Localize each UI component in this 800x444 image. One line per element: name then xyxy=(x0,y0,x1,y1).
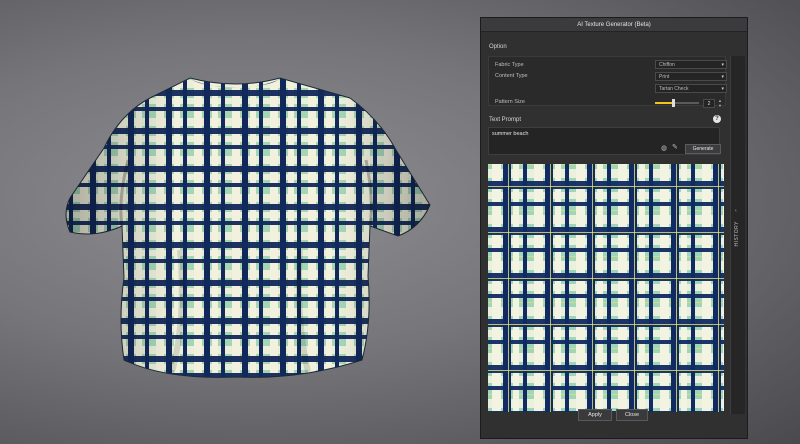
pattern-size-label: Pattern Size xyxy=(495,99,525,105)
pattern-size-slider-fill xyxy=(655,102,673,104)
text-prompt-value: summer beach xyxy=(492,131,529,137)
texture-preview-image[interactable] xyxy=(488,164,724,412)
options-group: Fabric Type Chiffon ▾ Content Type Print… xyxy=(488,56,727,108)
option-section-label: Option xyxy=(489,44,507,50)
pattern-size-stepper[interactable]: ▲ ▼ xyxy=(718,98,722,108)
close-button[interactable]: Close xyxy=(616,409,648,421)
fabric-type-dropdown[interactable]: Chiffon ▾ xyxy=(655,60,727,69)
chevron-left-icon[interactable]: ‹ xyxy=(735,208,737,214)
eyedropper-icon[interactable]: ✎ xyxy=(672,143,678,151)
text-prompt-label: Text Prompt xyxy=(489,117,522,123)
garment-shirt[interactable] xyxy=(0,0,478,444)
content-type-label: Content Type xyxy=(495,73,528,79)
history-tab-label: HISTORY xyxy=(734,221,740,247)
chevron-down-icon: ▾ xyxy=(721,74,724,80)
chevron-down-icon: ▾ xyxy=(721,86,724,92)
pattern-size-slider[interactable] xyxy=(655,99,699,107)
history-side-tab[interactable]: ‹ HISTORY xyxy=(730,56,745,414)
generate-button[interactable]: Generate xyxy=(685,144,721,154)
ai-texture-generator-panel: AI Texture Generator (Beta) Option Fabri… xyxy=(480,17,748,439)
fabric-type-value: Chiffon xyxy=(659,62,675,68)
pattern-size-slider-handle[interactable] xyxy=(671,99,675,107)
panel-title: AI Texture Generator (Beta) xyxy=(481,18,747,32)
apply-button[interactable]: Apply xyxy=(578,409,612,421)
content-type-dropdown[interactable]: Print ▾ xyxy=(655,72,727,81)
pattern-dropdown[interactable]: Tartan Check ▾ xyxy=(655,84,727,93)
style-circle-icon[interactable]: ◍ xyxy=(661,144,667,152)
content-type-value: Print xyxy=(659,74,670,80)
pattern-value: Tartan Check xyxy=(659,86,689,92)
fabric-type-label: Fabric Type xyxy=(495,62,524,68)
3d-viewport[interactable] xyxy=(0,0,478,444)
pattern-size-input[interactable]: 2 xyxy=(703,99,715,108)
chevron-down-icon: ▾ xyxy=(721,62,724,68)
help-circle-icon[interactable]: ? xyxy=(713,115,721,123)
